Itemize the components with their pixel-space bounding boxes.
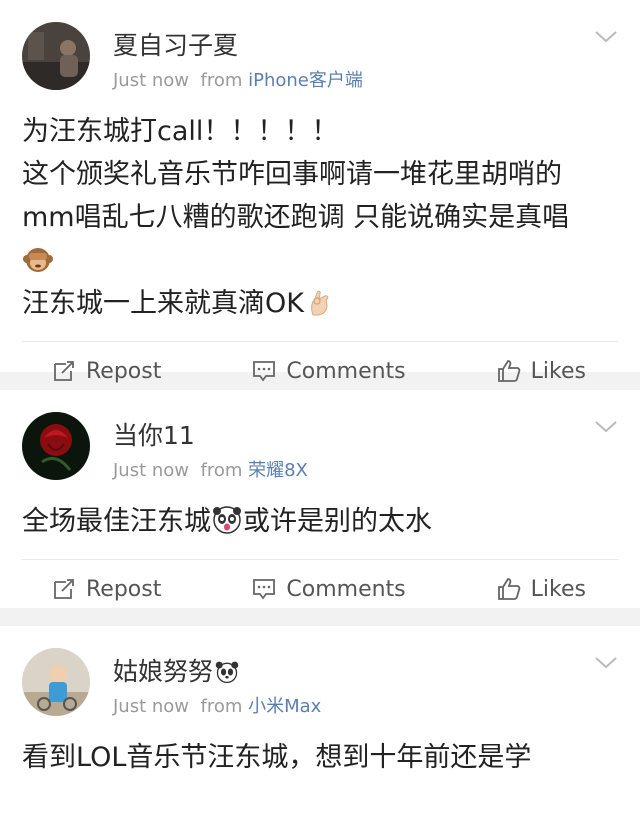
chevron-down-icon[interactable] bbox=[594, 30, 618, 44]
chevron-down-icon[interactable] bbox=[594, 420, 618, 434]
likes-button[interactable]: Likes bbox=[497, 577, 586, 602]
repost-label: Repost bbox=[86, 358, 162, 384]
post-header: 夏自习子夏 Just now from iPhone客户端 bbox=[0, 0, 640, 96]
post-time: Just now bbox=[113, 696, 190, 717]
comments-icon bbox=[253, 361, 276, 382]
post: 姑娘努努 Just now from 小米Max 看到LOL音乐节汪东城，想到十… bbox=[0, 626, 640, 826]
post-content: 看到LOL音乐节汪东城，想到十年前还是学 bbox=[0, 722, 640, 783]
post-header: 姑娘努努 Just now from 小米Max bbox=[0, 626, 640, 722]
ok-hand-emoji bbox=[311, 290, 329, 316]
content-line: 为汪东城打call！！！！！ bbox=[22, 116, 339, 147]
likes-icon bbox=[497, 578, 520, 600]
panda-emoji bbox=[215, 661, 239, 684]
emoji-line bbox=[22, 239, 618, 282]
likes-label: Likes bbox=[530, 576, 586, 602]
content-line: mm唱乱七八糟的歌还跑调 只能说确实是真唱 bbox=[22, 202, 570, 233]
from-label: from bbox=[200, 70, 243, 91]
content-line: 全场最佳汪东城 或许是别的太水 bbox=[22, 506, 432, 537]
content-line: 汪东城一上来就真滴OK bbox=[22, 282, 618, 325]
source-link[interactable]: iPhone客户端 bbox=[248, 70, 363, 91]
see-no-evil-monkey-emoji bbox=[23, 248, 53, 272]
from-label: from bbox=[200, 460, 243, 481]
comments-button[interactable]: Comments bbox=[252, 576, 406, 602]
source-link[interactable]: 小米Max bbox=[248, 696, 321, 717]
author-name[interactable]: 夏自习子夏 bbox=[113, 26, 238, 62]
post-meta: Just now from iPhone客户端 bbox=[113, 66, 363, 92]
comments-button[interactable]: Comments bbox=[252, 358, 406, 384]
repost-label: Repost bbox=[86, 576, 162, 602]
content-line: 看到LOL音乐节汪东城，想到十年前还是学 bbox=[22, 742, 532, 773]
from-label: from bbox=[200, 696, 243, 717]
author-name[interactable]: 姑娘努努 bbox=[113, 652, 241, 688]
post-time: Just now bbox=[113, 460, 190, 481]
author-name[interactable]: 当你11 bbox=[113, 416, 195, 452]
post-meta: Just now from 小米Max bbox=[113, 692, 321, 718]
post-meta: Just now from 荣耀8X bbox=[113, 456, 308, 482]
post-time: Just now bbox=[113, 70, 190, 91]
source-link[interactable]: 荣耀8X bbox=[248, 460, 308, 481]
comments-icon bbox=[253, 579, 276, 600]
repost-button[interactable]: Repost bbox=[52, 359, 161, 384]
action-bar: Repost Comments Likes bbox=[22, 559, 618, 618]
repost-button[interactable]: Repost bbox=[52, 577, 161, 602]
repost-icon bbox=[54, 361, 74, 381]
likes-icon bbox=[497, 360, 520, 382]
chevron-down-icon[interactable] bbox=[594, 656, 618, 670]
content-line: 这个颁奖礼音乐节咋回事啊请一堆花里胡哨的 bbox=[22, 159, 562, 190]
panda-face-emoji bbox=[213, 506, 241, 534]
avatar[interactable] bbox=[22, 648, 90, 716]
avatar[interactable] bbox=[22, 412, 90, 480]
post: 当你11 Just now from 荣耀8X 全场最佳汪东城 或许是别的太水 … bbox=[0, 390, 640, 608]
comments-label: Comments bbox=[286, 576, 406, 602]
likes-label: Likes bbox=[530, 358, 586, 384]
avatar[interactable] bbox=[22, 22, 90, 90]
repost-icon bbox=[54, 579, 74, 599]
post-content: 为汪东城打call！！！！！ 这个颁奖礼音乐节咋回事啊请一堆花里胡哨的 mm唱乱… bbox=[0, 96, 640, 329]
likes-button[interactable]: Likes bbox=[497, 359, 586, 384]
post-header: 当你11 Just now from 荣耀8X bbox=[0, 390, 640, 486]
post-content: 全场最佳汪东城 或许是别的太水 bbox=[0, 486, 640, 547]
comments-label: Comments bbox=[286, 358, 406, 384]
post: 夏自习子夏 Just now from iPhone客户端 为汪东城打call！… bbox=[0, 0, 640, 384]
